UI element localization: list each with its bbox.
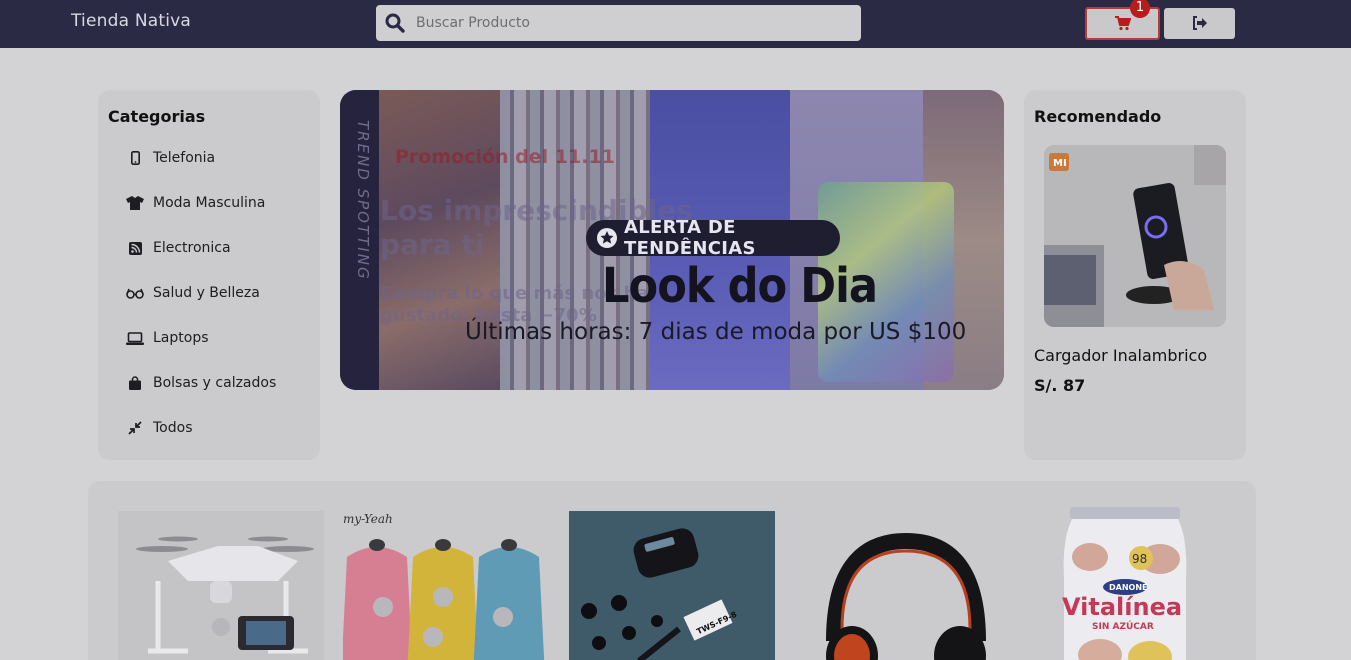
categories-title: Categorias	[108, 107, 206, 126]
banner-tag-label: ALERTA DE TENDÊNCIAS	[624, 217, 756, 259]
banner-ghost-promo: Promoción del 11.11	[395, 146, 615, 168]
headphones-image	[794, 511, 1000, 660]
rss-icon	[126, 240, 144, 256]
banner-side-strip: TREND SPOTTING	[340, 90, 379, 390]
cart-icon	[1115, 16, 1131, 31]
category-label: Salud y Belleza	[153, 285, 260, 301]
product-card-capes[interactable]: my-Yeah	[343, 507, 549, 660]
banner-subline: Últimas horas: 7 dias de moda por US $10…	[465, 319, 967, 345]
drone-image	[118, 511, 324, 660]
category-bolsas-calzados[interactable]: Bolsas y calzados	[126, 371, 276, 395]
recommended-product-name[interactable]: Cargador Inalambrico	[1034, 346, 1207, 365]
glasses-icon	[126, 285, 144, 301]
logout-button[interactable]	[1164, 8, 1235, 39]
search-icon[interactable]	[385, 13, 405, 33]
promo-banner[interactable]: TREND SPOTTING Promoción del 11.11 Los i…	[340, 90, 1004, 390]
sign-out-icon	[1193, 16, 1207, 30]
category-salud-belleza[interactable]: Salud y Belleza	[126, 281, 260, 305]
product-card-drone[interactable]	[118, 511, 324, 660]
yogurt-image: 98 DANONE Vitalínea SIN AZÚCAR	[1020, 507, 1226, 660]
compress-icon	[126, 420, 144, 436]
category-label: Todos	[153, 420, 193, 436]
earbuds-image: TWS-F9-8	[569, 511, 775, 660]
bag-icon	[126, 375, 144, 391]
tshirt-icon	[126, 195, 144, 211]
category-moda-masculina[interactable]: Moda Masculina	[126, 191, 265, 215]
mi-logo-text: MI	[1053, 158, 1067, 169]
banner-tag: ALERTA DE TENDÊNCIAS	[586, 217, 840, 259]
capes-image: my-Yeah	[343, 507, 549, 660]
recommended-product-image[interactable]: MI	[1044, 145, 1226, 327]
yogurt-sub-text: SIN AZÚCAR	[1092, 620, 1154, 632]
search-input[interactable]	[416, 5, 856, 41]
category-label: Laptops	[153, 330, 209, 346]
yogurt-number-text: 98	[1132, 552, 1147, 566]
products-section: my-Yeah TWS-F9-8 98 DANONE Vitalínea SIN…	[88, 481, 1256, 660]
banner-strip-text: TREND SPOTTING	[354, 120, 372, 281]
banner-headline: Look do Dia	[602, 258, 878, 314]
capes-brand-text: my-Yeah	[343, 512, 393, 526]
phone-icon	[126, 150, 144, 166]
product-card-yogurt[interactable]: 98 DANONE Vitalínea SIN AZÚCAR	[1020, 507, 1226, 660]
product-card-headphones[interactable]	[794, 511, 1000, 660]
categories-panel: Categorias Telefonia Moda Masculina Elec…	[98, 90, 320, 460]
recommended-product-price: S/. 87	[1034, 376, 1086, 395]
yogurt-brand-text: Vitalínea	[1062, 593, 1182, 621]
laptop-icon	[126, 330, 144, 346]
badge-star-icon	[597, 228, 617, 248]
category-laptops[interactable]: Laptops	[126, 326, 209, 350]
recommended-panel: Recomendado MI Cargador Inalambrico S/. …	[1024, 90, 1246, 460]
wireless-charger-image: MI	[1044, 145, 1226, 327]
category-telefonia[interactable]: Telefonia	[126, 146, 215, 170]
category-label: Moda Masculina	[153, 195, 266, 211]
category-electronica[interactable]: Electronica	[126, 236, 231, 260]
brand-name[interactable]: Tienda Nativa	[71, 11, 191, 31]
yogurt-maker-text: DANONE	[1109, 583, 1148, 592]
category-label: Bolsas y calzados	[153, 375, 277, 391]
product-card-earbuds[interactable]: TWS-F9-8	[569, 511, 775, 660]
category-label: Electronica	[153, 240, 231, 256]
category-label: Telefonia	[153, 150, 216, 166]
search-bar	[376, 5, 861, 41]
top-navbar: Tienda Nativa 1	[0, 0, 1351, 48]
category-todos[interactable]: Todos	[126, 416, 192, 440]
recommended-title: Recomendado	[1034, 107, 1162, 126]
